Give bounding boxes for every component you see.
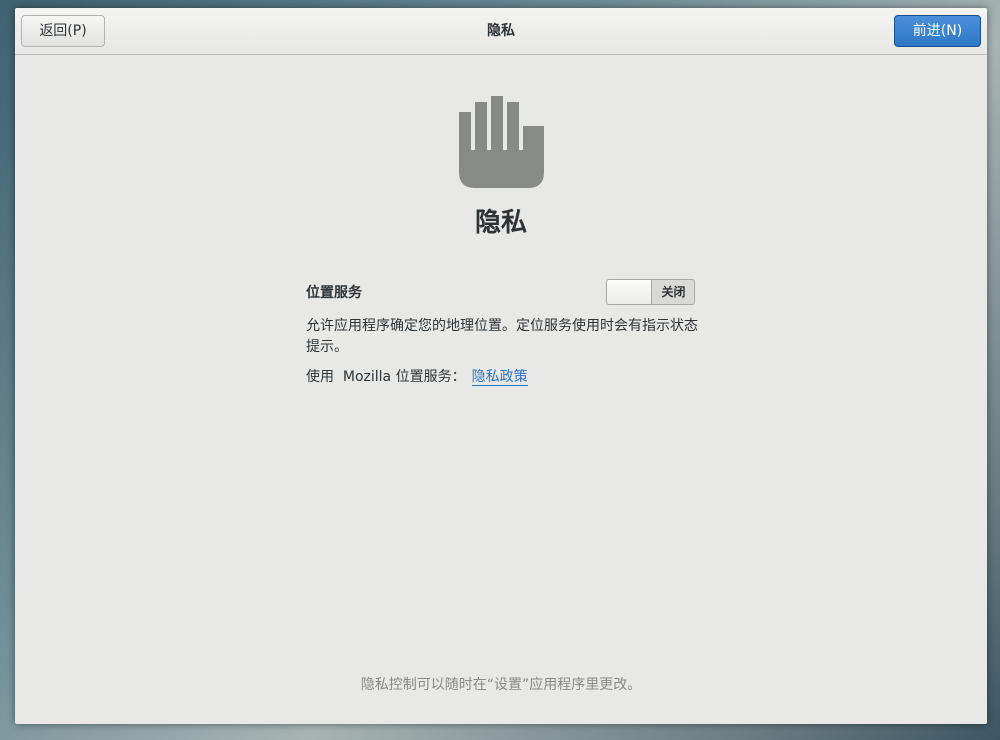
page-title: 隐私 — [474, 208, 527, 238]
privacy-policy-link[interactable]: 隐私政策 — [471, 369, 528, 386]
hand-stop-icon — [459, 96, 544, 188]
location-provider-line: 使用 Mozilla 位置服务： 隐私政策 — [306, 366, 528, 386]
switch-knob — [607, 280, 652, 304]
footer-note: 隐私控制可以随时在“设置”应用程序里更改。 — [360, 677, 642, 693]
setup-window: 隐私 返回(P) 前进(N) 隐私 位置服务 关闭 允许应用程序确定您的地理位置… — [15, 8, 987, 724]
location-services-label: 位置服务 — [306, 285, 362, 301]
location-provider-text: 使用 Mozilla 位置服务： — [306, 369, 466, 385]
header-bar: 隐私 返回(P) 前进(N) — [15, 8, 987, 55]
back-button[interactable]: 返回(P) — [21, 15, 105, 47]
switch-state-label: 关闭 — [661, 285, 686, 299]
location-description: 允许应用程序确定您的地理位置。定位服务使用时会有指示状态提示。 — [306, 318, 698, 355]
location-services-switch[interactable]: 关闭 — [606, 279, 695, 305]
header-title: 隐私 — [487, 23, 515, 39]
next-button[interactable]: 前进(N) — [894, 15, 981, 47]
